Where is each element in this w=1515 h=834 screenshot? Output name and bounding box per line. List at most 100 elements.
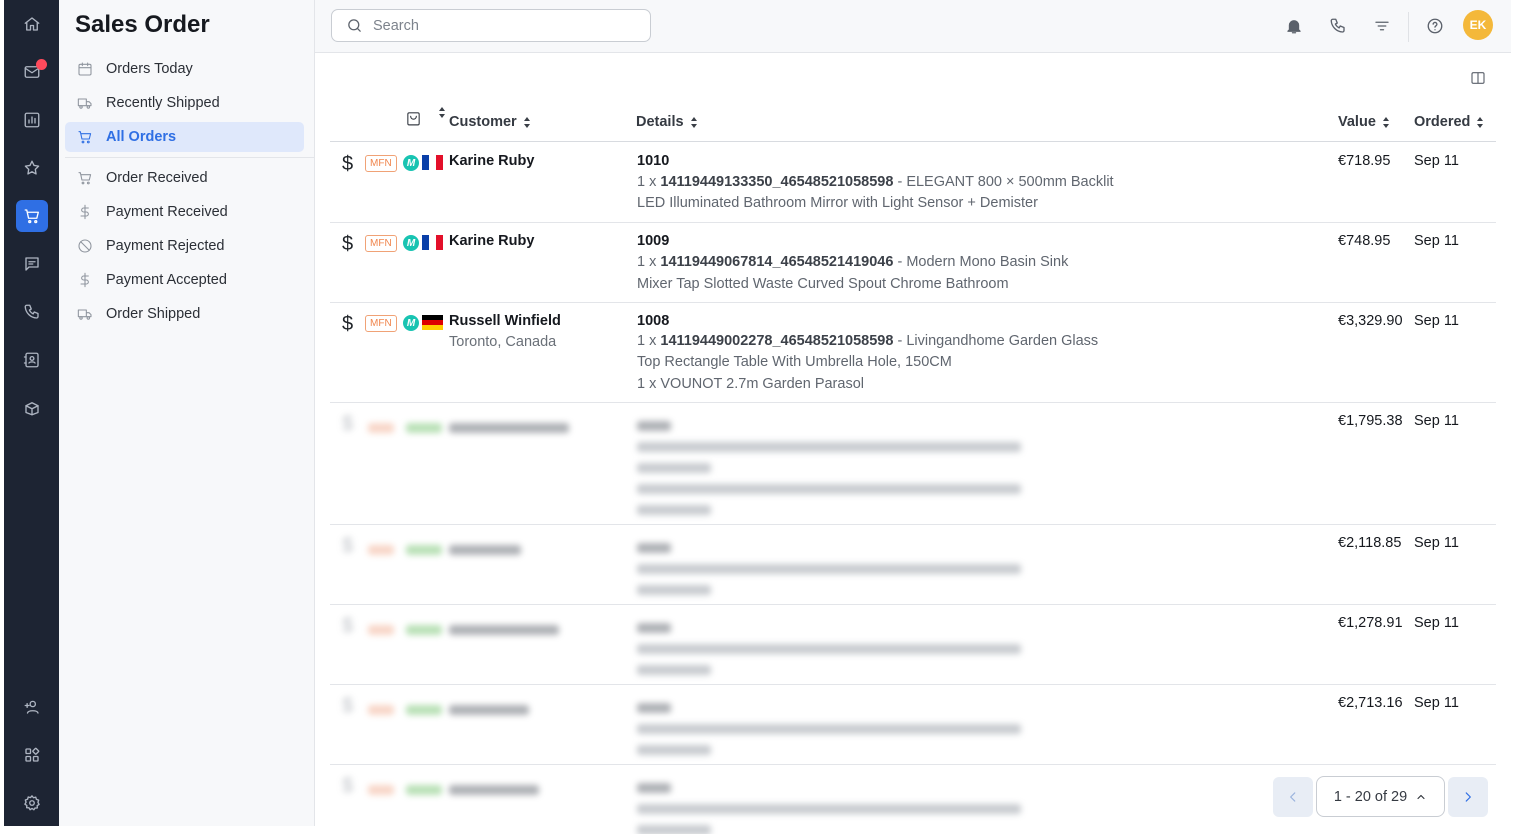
sort-source-button[interactable] xyxy=(432,107,446,118)
sidebar-item-label: Payment Rejected xyxy=(106,238,225,254)
sidebar-item-payment-received[interactable]: Payment Received xyxy=(65,197,304,227)
sort-icon xyxy=(523,116,531,128)
column-header-customer[interactable]: Customer xyxy=(449,114,531,130)
sidebar-item-payment-rejected[interactable]: Payment Rejected xyxy=(65,231,304,261)
column-header-details[interactable]: Details xyxy=(636,114,698,130)
order-line: 1 x 14119449133350_46548521058598 - ELEG… xyxy=(637,174,1114,190)
column-header-ordered[interactable]: Ordered xyxy=(1414,114,1484,130)
apps-icon[interactable] xyxy=(16,739,48,771)
sort-icon xyxy=(1382,116,1390,128)
customer-name[interactable]: Russell Winfield xyxy=(449,313,561,329)
order-line: 1 x 14119449067814_46548521419046 - Mode… xyxy=(637,254,1069,270)
order-number[interactable]: 1008 xyxy=(637,313,669,329)
column-header-value[interactable]: Value xyxy=(1338,114,1390,130)
order-number[interactable]: 1010 xyxy=(637,153,669,169)
home-icon[interactable] xyxy=(16,8,48,40)
sort-icon xyxy=(1477,116,1484,128)
chat-icon[interactable] xyxy=(16,248,48,280)
phone-icon[interactable] xyxy=(16,296,48,328)
table-row[interactable]: $ €2,118.85 Sep 11 xyxy=(330,525,1496,605)
table-row[interactable]: $ €2,713.16 Sep 11 xyxy=(330,685,1496,765)
marketplace-icon: M xyxy=(403,155,419,171)
sidebar-item-order-received[interactable]: Order Received xyxy=(65,163,304,193)
customer-name[interactable]: Karine Ruby xyxy=(449,233,534,249)
table-row[interactable]: $ MFN M Karine Ruby 1010 1 x 14119449133… xyxy=(330,143,1496,223)
order-line: Top Rectangle Table With Umbrella Hole, … xyxy=(637,354,952,370)
analytics-icon[interactable] xyxy=(16,104,48,136)
payment-dollar-icon: $ xyxy=(342,233,354,255)
order-value: €2,118.85 xyxy=(1338,535,1402,551)
sidebar-item-label: Order Shipped xyxy=(106,306,201,322)
order-date: Sep 11 xyxy=(1414,615,1459,631)
ban-icon xyxy=(78,239,92,253)
inventory-icon[interactable] xyxy=(16,392,48,424)
search-input[interactable] xyxy=(373,17,633,34)
chevron-up-icon xyxy=(1417,794,1425,799)
add-user-icon[interactable] xyxy=(16,691,48,723)
sort-icon xyxy=(439,107,446,118)
columns-toggle-icon[interactable] xyxy=(1470,70,1488,88)
sidebar-item-all-orders[interactable]: All Orders xyxy=(65,122,304,152)
order-line: 1 x 14119449002278_46548521058598 - Livi… xyxy=(637,333,1099,349)
dollar-icon xyxy=(80,204,89,220)
order-date: Sep 11 xyxy=(1414,233,1459,249)
settings-icon[interactable] xyxy=(16,787,48,819)
bell-icon[interactable] xyxy=(1282,14,1306,38)
chevron-right-icon xyxy=(1465,792,1471,802)
cart-icon[interactable] xyxy=(16,200,48,232)
table-row[interactable]: $ MFN M Karine Ruby 1009 1 x 14119449067… xyxy=(330,223,1496,303)
chevron-left-icon xyxy=(1290,792,1296,802)
top-bar: EK xyxy=(315,0,1511,53)
sidebar-item-orders-today[interactable]: Orders Today xyxy=(65,54,304,84)
next-page-button[interactable] xyxy=(1448,777,1488,817)
table-row[interactable]: $ €1,795.38 Sep 11 xyxy=(330,403,1496,525)
marketplace-icon: M xyxy=(403,315,419,331)
sidebar-item-order-shipped[interactable]: Order Shipped xyxy=(65,299,304,329)
calendar-icon xyxy=(78,62,92,76)
icon-rail xyxy=(4,0,59,826)
previous-page-button[interactable] xyxy=(1273,777,1313,817)
payment-dollar-icon: $ xyxy=(342,153,354,175)
sidebar-item-label: Payment Received xyxy=(106,204,228,220)
mail-icon[interactable] xyxy=(16,56,48,88)
toolbar-divider xyxy=(1408,12,1409,42)
notification-dot xyxy=(36,59,47,70)
sidebar-item-recently-shipped[interactable]: Recently Shipped xyxy=(65,88,304,118)
order-number[interactable]: 1009 xyxy=(637,233,669,249)
marketplace-icon: M xyxy=(403,235,419,251)
sidebar-item-label: All Orders xyxy=(106,129,177,145)
dollar-icon xyxy=(80,272,89,288)
table-row[interactable]: $ MFN M Russell Winfield Toronto, Canada… xyxy=(330,303,1496,403)
order-value: €3,329.90 xyxy=(1338,313,1403,329)
germany-flag-icon xyxy=(422,315,443,330)
order-value: €718.95 xyxy=(1338,153,1391,169)
filter-icon[interactable] xyxy=(1370,14,1394,38)
channel-badge: MFN xyxy=(365,235,397,252)
search-icon xyxy=(348,19,361,32)
order-value: €1,795.38 xyxy=(1338,413,1403,429)
france-flag-icon xyxy=(422,155,443,170)
sidebar-item-payment-accepted[interactable]: Payment Accepted xyxy=(65,265,304,295)
order-value: €1,278.91 xyxy=(1338,615,1403,631)
pagination-label: 1 - 20 of 29 xyxy=(1333,788,1408,805)
payment-dollar-icon: $ xyxy=(342,313,354,335)
table-row[interactable]: $ €1,278.91 Sep 11 xyxy=(330,605,1496,685)
customer-name[interactable]: Karine Ruby xyxy=(449,153,534,169)
order-value: €2,713.16 xyxy=(1338,695,1403,711)
sidebar-divider xyxy=(65,157,315,158)
sidebar-item-label: Payment Accepted xyxy=(106,272,227,288)
help-icon[interactable] xyxy=(1423,14,1447,38)
sidebar-item-label: Order Received xyxy=(106,170,208,186)
page-size-select[interactable]: 1 - 20 of 29 xyxy=(1316,776,1445,817)
search-box[interactable] xyxy=(331,9,651,42)
order-date: Sep 11 xyxy=(1414,313,1459,329)
cart-icon xyxy=(78,131,92,144)
france-flag-icon xyxy=(422,235,443,250)
star-icon[interactable] xyxy=(16,152,48,184)
phone-icon[interactable] xyxy=(1326,14,1350,38)
order-line: LED Illuminated Bathroom Mirror with Lig… xyxy=(637,195,1038,211)
channel-badge: MFN xyxy=(365,155,397,172)
avatar[interactable]: EK xyxy=(1463,10,1493,40)
contacts-icon[interactable] xyxy=(16,344,48,376)
shopping-bag-icon xyxy=(405,110,423,128)
